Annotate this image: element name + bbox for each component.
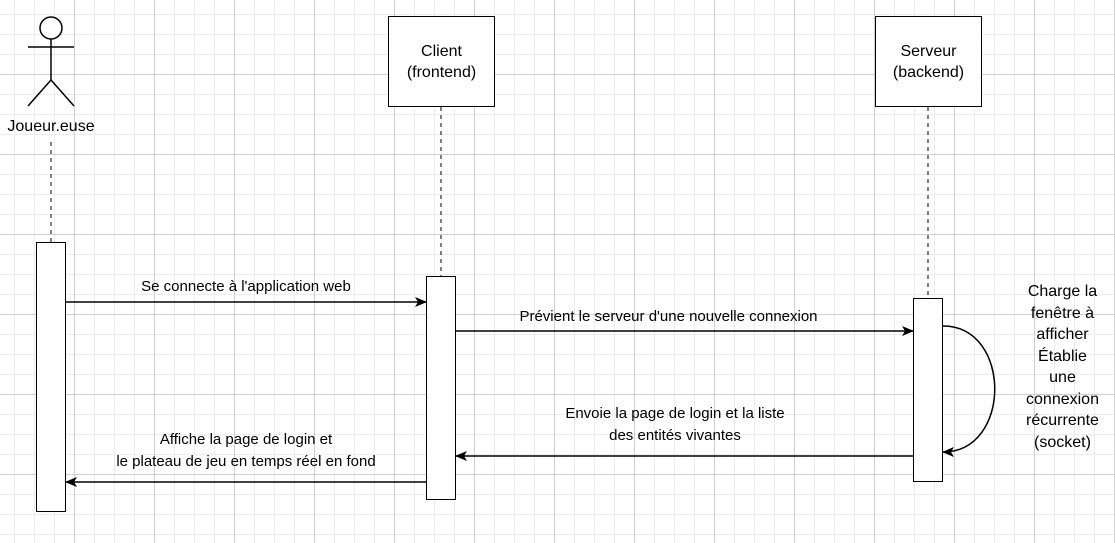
server-subtitle: (backend) — [892, 63, 965, 81]
self-message-label: Charge la fenêtre à afficher Établie une… — [1026, 283, 1099, 451]
client-title: Client — [421, 42, 462, 60]
client-activation-bar — [426, 276, 456, 500]
message-label-3: Envoie la page de login et la liste des … — [565, 405, 785, 444]
client-participant: Client (frontend) — [388, 16, 495, 107]
sequence-diagram: Joueur.euse Client (frontend) Serveur (b… — [0, 0, 1115, 543]
self-message-arrow — [942, 325, 996, 457]
message-label-4: Affiche la page de login et le plateau d… — [116, 431, 376, 470]
actor-label: Joueur.euse — [7, 118, 95, 135]
player-activation-bar — [36, 242, 66, 512]
server-title: Serveur — [900, 42, 957, 60]
client-subtitle: (frontend) — [406, 63, 477, 81]
message-label-1: Se connecte à l'application web — [141, 278, 351, 295]
server-participant: Serveur (backend) — [875, 16, 982, 107]
server-activation-bar — [913, 298, 943, 482]
actor-icon — [27, 16, 75, 107]
message-label-2: Prévient le serveur d'une nouvelle conne… — [519, 308, 818, 325]
